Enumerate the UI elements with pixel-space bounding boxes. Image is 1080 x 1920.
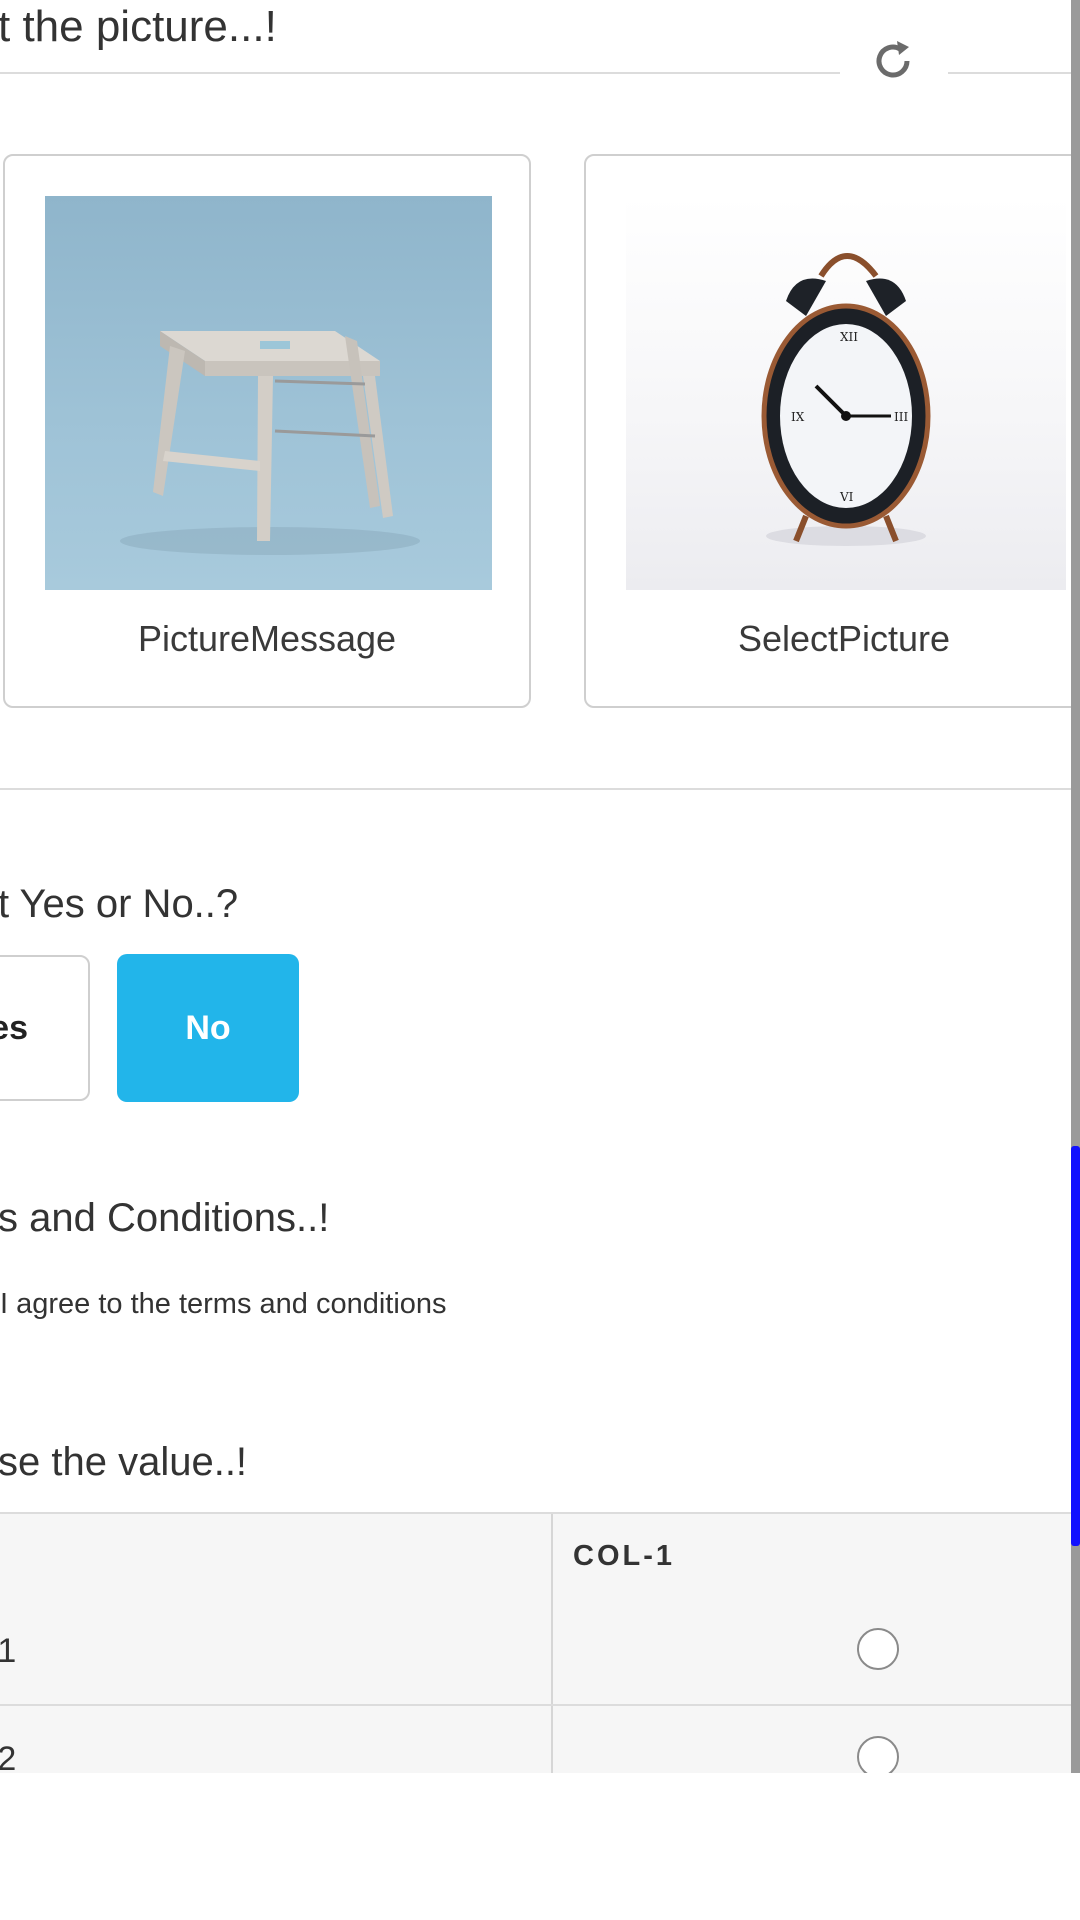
terms-question-title: s and Conditions..! bbox=[0, 1196, 330, 1240]
column-header: COL-1 bbox=[573, 1540, 675, 1572]
table-row: -2 bbox=[0, 1706, 1071, 1773]
alarm-clock-image: XII VI IX III bbox=[626, 196, 1066, 590]
agree-terms-checkbox-label[interactable]: I agree to the terms and conditions bbox=[0, 1288, 447, 1321]
stool-image bbox=[45, 196, 492, 590]
picture-option-card[interactable]: XII VI IX III SelectPicture bbox=[584, 154, 1071, 708]
grid-header-row: COL-1 bbox=[0, 1512, 1071, 1600]
title-underline-left bbox=[0, 72, 840, 74]
row-label: -2 bbox=[0, 1740, 17, 1773]
picture-option-card[interactable]: PictureMessage bbox=[3, 154, 531, 708]
yesno-question-title: t Yes or No..? bbox=[0, 882, 239, 926]
svg-text:III: III bbox=[894, 410, 908, 424]
title-underline-right bbox=[948, 72, 1071, 74]
survey-scroll-view[interactable]: t the picture...! PictureMessage XII VI … bbox=[0, 0, 1071, 1773]
radio-button[interactable] bbox=[857, 1736, 899, 1773]
picture-question-title: t the picture...! bbox=[0, 2, 277, 51]
column-divider bbox=[551, 1514, 553, 1598]
radio-button[interactable] bbox=[857, 1628, 899, 1670]
column-divider bbox=[551, 1706, 553, 1773]
column-divider bbox=[551, 1598, 553, 1704]
yes-button[interactable]: es bbox=[0, 955, 90, 1101]
section-divider bbox=[0, 788, 1071, 790]
row-label: -1 bbox=[0, 1632, 17, 1670]
stool-illustration bbox=[120, 331, 420, 555]
grid-question-title: se the value..! bbox=[0, 1440, 248, 1484]
table-row: -1 bbox=[0, 1598, 1071, 1706]
refresh-button[interactable] bbox=[860, 28, 926, 94]
no-button[interactable]: No bbox=[117, 954, 299, 1102]
svg-text:XII: XII bbox=[840, 330, 858, 344]
scrollbar-thumb[interactable] bbox=[1071, 1146, 1080, 1546]
svg-text:IX: IX bbox=[791, 410, 805, 424]
bottom-blank-area bbox=[0, 1773, 1080, 1920]
refresh-icon bbox=[876, 41, 910, 78]
picture-option-caption: PictureMessage bbox=[137, 618, 397, 659]
svg-text:VI: VI bbox=[839, 490, 854, 504]
alarm-clock-illustration: XII VI IX III bbox=[761, 253, 931, 546]
picture-option-caption: SelectPicture bbox=[737, 618, 951, 659]
